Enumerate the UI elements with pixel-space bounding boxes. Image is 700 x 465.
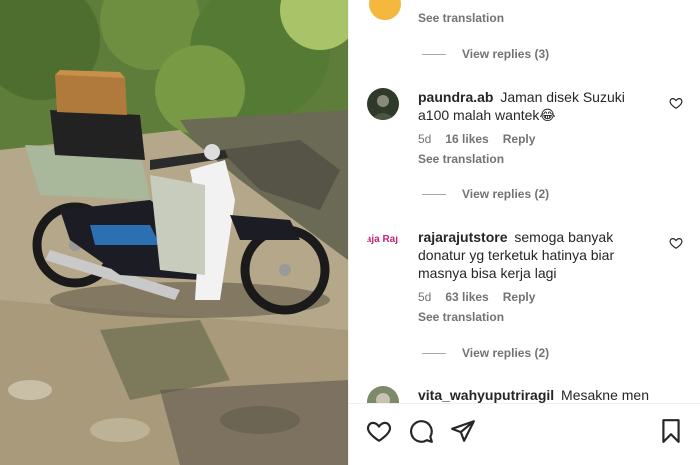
view-replies-label: View replies (3)	[462, 47, 550, 61]
comment-username[interactable]: rajarajutstore	[418, 229, 507, 245]
comment-likes[interactable]: 63 likes	[445, 288, 488, 306]
view-replies-label: View replies (2)	[462, 346, 550, 360]
comment-meta: 5d 16 likes Reply	[418, 130, 658, 148]
comments-panel: See translation View replies (3) paundra…	[348, 0, 700, 465]
comment-item: Raja Rajut rajarajutstore semoga banyak …	[367, 228, 687, 338]
comment-likes[interactable]: 16 likes	[445, 130, 488, 148]
comments-scroll-area[interactable]: See translation View replies (3) paundra…	[349, 0, 700, 403]
comment-meta: 5d 63 likes Reply	[418, 288, 658, 306]
view-replies-button[interactable]: View replies (3)	[422, 47, 549, 61]
see-translation-link[interactable]: See translation	[418, 11, 504, 25]
divider-line	[422, 193, 446, 195]
motorcycle-photo	[0, 0, 348, 465]
comment-item: paundra.ab Jaman disek Suzuki a100 malah…	[367, 88, 687, 178]
previous-commenter-avatar[interactable]	[367, 0, 403, 22]
see-translation-link[interactable]: See translation	[418, 308, 658, 326]
view-replies-label: View replies (2)	[462, 187, 550, 201]
avatar-logo-text: Raja Rajut	[367, 234, 399, 245]
view-replies-button[interactable]: View replies (2)	[422, 187, 549, 201]
like-comment-heart-icon[interactable]	[669, 236, 683, 250]
divider-line	[422, 53, 446, 55]
comment-age: 5d	[418, 290, 432, 304]
avatar[interactable]	[367, 88, 399, 120]
like-comment-heart-icon[interactable]	[669, 96, 683, 110]
comment-text: Mesakne men	[561, 387, 649, 403]
send-icon[interactable]	[450, 418, 476, 444]
avatar[interactable]: Raja Rajut	[367, 228, 399, 260]
avatar[interactable]	[367, 386, 399, 403]
comment-username[interactable]: paundra.ab	[418, 89, 493, 105]
reply-button[interactable]: Reply	[503, 130, 536, 148]
view-replies-button[interactable]: View replies (2)	[422, 346, 549, 360]
post-action-bar	[349, 403, 700, 465]
see-translation-link[interactable]: See translation	[418, 150, 658, 168]
comment-age: 5d	[418, 132, 432, 146]
bookmark-icon[interactable]	[658, 418, 684, 444]
post-photo	[0, 0, 348, 465]
comment-icon[interactable]	[408, 418, 434, 444]
reply-button[interactable]: Reply	[503, 288, 536, 306]
comment-username[interactable]: vita_wahyuputriragil	[418, 387, 554, 403]
comment-item: vita_wahyuputriragil Mesakne men	[367, 386, 687, 403]
divider-line	[422, 352, 446, 354]
heart-icon[interactable]	[366, 418, 392, 444]
